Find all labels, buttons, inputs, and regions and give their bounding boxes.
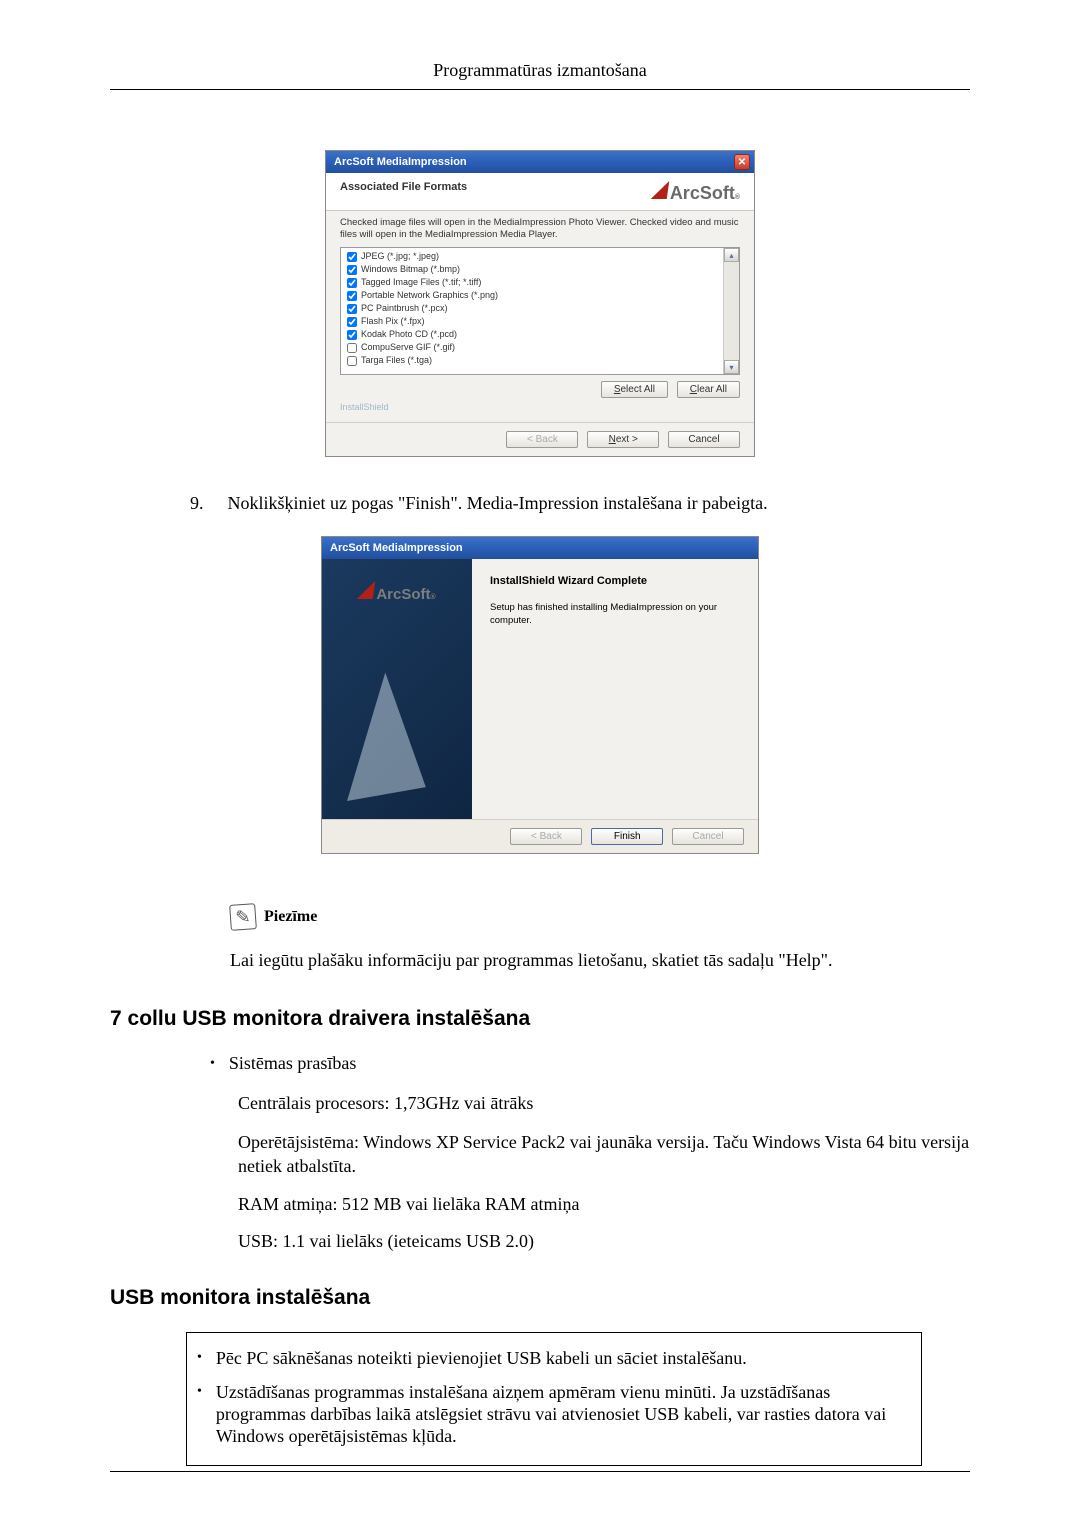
checkbox[interactable]	[347, 317, 357, 327]
bullet-dot-icon: •	[197, 1381, 202, 1447]
box-item-2: Uzstādīšanas programmas instalēšana aizņ…	[216, 1381, 907, 1447]
registered-icon: ®	[431, 594, 436, 601]
file-format-list-inner: JPEG (*.jpg; *.jpeg)Windows Bitmap (*.bm…	[341, 248, 723, 374]
sysreq-ram: RAM atmiņa: 512 MB vai lielāka RAM atmiņ…	[238, 1194, 970, 1215]
list-item: • Uzstādīšanas programmas instalēšana ai…	[189, 1375, 907, 1453]
file-format-item[interactable]: Windows Bitmap (*.bmp)	[347, 263, 717, 276]
dialog2-titlebar: ArcSoft MediaImpression	[322, 537, 758, 559]
dialog1-header-area: ArcSoft® Associated File Formats	[326, 173, 754, 211]
box-item-1: Pēc PC sāknēšanas noteikti pievienojiet …	[216, 1347, 907, 1369]
step-number: 9.	[190, 493, 204, 514]
triangle-icon	[357, 581, 376, 599]
file-format-label: CompuServe GIF (*.gif)	[361, 341, 455, 354]
bullet-sysreq-text: Sistēmas prasības	[229, 1053, 357, 1075]
wizard-complete-heading: InstallShield Wizard Complete	[490, 575, 740, 587]
chevron-up-icon[interactable]: ▴	[724, 248, 739, 262]
select-buttons-row: Select All Clear All	[340, 381, 740, 398]
dialog-associated-formats: ArcSoft MediaImpression ✕ ArcSoft® Assoc…	[325, 150, 755, 457]
step-text: Noklikšķiniet uz pogas "Finish". Media-I…	[228, 493, 768, 514]
arcsoft-brand: ArcSoft	[670, 183, 735, 204]
section-usb-driver-install: 7 collu USB monitora draivera instalēšan…	[110, 1007, 970, 1031]
sysreq-usb: USB: 1.1 vai lielāks (ieteicams USB 2.0)	[238, 1231, 970, 1252]
sysreq-os: Operētājsistēma: Windows XP Service Pack…	[238, 1130, 970, 1178]
dialog1-title: ArcSoft MediaImpression	[334, 156, 467, 168]
checkbox[interactable]	[347, 343, 357, 353]
dialog1-titlebar: ArcSoft MediaImpression ✕	[326, 151, 754, 173]
file-format-item[interactable]: Kodak Photo CD (*.pcd)	[347, 328, 717, 341]
back-button: < Back	[506, 431, 578, 448]
wizard-complete-desc: Setup has finished installing MediaImpre…	[490, 601, 740, 627]
finish-button[interactable]: Finish	[591, 828, 663, 845]
bullet-sysreq: • Sistēmas prasības	[210, 1053, 970, 1075]
installshield-label: InstallShield	[340, 402, 740, 412]
dialog2-side-graphic: ArcSoft®	[322, 559, 472, 819]
file-format-label: JPEG (*.jpg; *.jpeg)	[361, 250, 439, 263]
note-text: Lai iegūtu plašāku informāciju par progr…	[230, 950, 970, 971]
file-format-list: JPEG (*.jpg; *.jpeg)Windows Bitmap (*.bm…	[340, 247, 740, 375]
checkbox[interactable]	[347, 252, 357, 262]
dialog1-footer: < Back Next > Cancel	[326, 422, 754, 456]
dialog2-text-area: InstallShield Wizard Complete Setup has …	[472, 559, 758, 819]
file-format-item[interactable]: PC Paintbrush (*.pcx)	[347, 302, 717, 315]
top-rule	[110, 89, 970, 90]
install-notes-box: • Pēc PC sāknēšanas noteikti pievienojie…	[186, 1332, 922, 1466]
close-icon[interactable]: ✕	[734, 154, 750, 170]
note-row: ✎ Piezīme	[230, 904, 970, 930]
file-format-item[interactable]: Portable Network Graphics (*.png)	[347, 289, 717, 302]
back-button: < Back	[510, 828, 582, 845]
checkbox[interactable]	[347, 304, 357, 314]
bullet-dot-icon: •	[210, 1053, 215, 1075]
file-format-label: Tagged Image Files (*.tif; *.tiff)	[361, 276, 481, 289]
file-format-item[interactable]: Tagged Image Files (*.tif; *.tiff)	[347, 276, 717, 289]
file-format-label: Windows Bitmap (*.bmp)	[361, 263, 460, 276]
chevron-down-icon[interactable]: ▾	[724, 360, 739, 374]
file-format-label: Kodak Photo CD (*.pcd)	[361, 328, 457, 341]
checkbox[interactable]	[347, 291, 357, 301]
select-all-button[interactable]: Select All	[601, 381, 668, 398]
clear-all-button[interactable]: Clear All	[677, 381, 740, 398]
dialog2-footer: < Back Finish Cancel	[322, 819, 758, 853]
file-format-item[interactable]: Targa Files (*.tga)	[347, 354, 717, 367]
next-button[interactable]: Next >	[587, 431, 659, 448]
page-header: Programmatūras izmantošana	[110, 60, 970, 89]
arcsoft-logo: ArcSoft®	[652, 181, 740, 204]
bullet-dot-icon: •	[197, 1347, 202, 1369]
checkbox[interactable]	[347, 356, 357, 366]
decorative-triangle	[326, 669, 426, 801]
list-item: • Pēc PC sāknēšanas noteikti pievienojie…	[189, 1341, 907, 1375]
dialog2-title: ArcSoft MediaImpression	[330, 542, 463, 554]
scrollbar[interactable]: ▴ ▾	[723, 248, 739, 374]
file-format-item[interactable]: CompuServe GIF (*.gif)	[347, 341, 717, 354]
dialog-finish: ArcSoft MediaImpression ArcSoft® Install…	[321, 536, 759, 854]
triangle-icon	[651, 181, 670, 199]
checkbox[interactable]	[347, 265, 357, 275]
file-format-label: Portable Network Graphics (*.png)	[361, 289, 498, 302]
registered-icon: ®	[735, 194, 740, 201]
arcsoft-logo: ArcSoft®	[358, 581, 435, 603]
dialog1-desc: Checked image files will open in the Med…	[340, 217, 740, 241]
note-label: Piezīme	[264, 908, 317, 926]
checkbox[interactable]	[347, 278, 357, 288]
step-9: 9. Noklikšķiniet uz pogas "Finish". Medi…	[190, 493, 970, 514]
file-format-label: PC Paintbrush (*.pcx)	[361, 302, 448, 315]
section-usb-monitor-install: USB monitora instalēšana	[110, 1286, 970, 1310]
checkbox[interactable]	[347, 330, 357, 340]
arcsoft-brand: ArcSoft	[376, 586, 430, 603]
dialog1-body: Checked image files will open in the Med…	[326, 211, 754, 422]
file-format-item[interactable]: Flash Pix (*.fpx)	[347, 315, 717, 328]
dialog2-body: ArcSoft® InstallShield Wizard Complete S…	[322, 559, 758, 819]
file-format-label: Targa Files (*.tga)	[361, 354, 432, 367]
bottom-rule	[110, 1471, 970, 1472]
cancel-button: Cancel	[672, 828, 744, 845]
cancel-button[interactable]: Cancel	[668, 431, 740, 448]
sysreq-cpu: Centrālais procesors: 1,73GHz vai ātrāks	[238, 1093, 970, 1114]
note-icon: ✎	[229, 903, 257, 931]
file-format-label: Flash Pix (*.fpx)	[361, 315, 425, 328]
file-format-item[interactable]: JPEG (*.jpg; *.jpeg)	[347, 250, 717, 263]
